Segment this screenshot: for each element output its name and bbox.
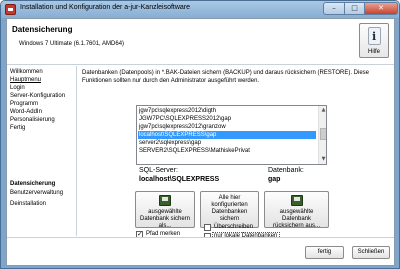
list-item[interactable]: SERVER2\SQLEXPRESS\MathiskePrivat <box>138 147 316 155</box>
backup-selected-line-3: als... <box>158 223 172 229</box>
database-save-icon <box>159 195 171 206</box>
sidebar-item-willkommen[interactable]: Willkommen <box>10 69 43 75</box>
restore-selected-line-2: Datenbank <box>281 216 312 222</box>
list-item[interactable]: JGW7PC\SQLEXPRESS2012\gap <box>138 115 316 123</box>
database-label: Datenbank: <box>268 167 304 174</box>
sidebar-item-server-konfiguration[interactable]: Server-Konfiguration <box>10 93 65 99</box>
help-button-label: Hilfe <box>367 49 380 55</box>
list-item[interactable]: jgw7pc\sqlexpress2012\digth <box>138 107 316 115</box>
list-item-selected[interactable]: localhost\SQLEXPRESS\gap <box>138 131 316 139</box>
help-button[interactable]: i Hilfe <box>359 23 389 58</box>
page-title: Datensicherung <box>12 25 73 34</box>
sql-server-value: localhost\SQLEXPRESS <box>139 176 220 183</box>
backup-all-line-2: konfigurierten <box>211 202 248 208</box>
listbox-scrollbar[interactable]: ▲ ▼ <box>318 106 326 164</box>
database-listbox[interactable]: jgw7pc\sqlexpress2012\digth JGW7PC\SQLEX… <box>136 105 327 165</box>
maximize-button[interactable]: □ <box>344 2 365 15</box>
backup-selected-line-1: ausgewählte <box>148 209 182 215</box>
scroll-up-icon[interactable]: ▲ <box>320 107 326 114</box>
database-restore-icon <box>290 195 303 206</box>
scroll-down-icon[interactable]: ▼ <box>320 156 326 163</box>
minimize-button[interactable]: – <box>323 2 345 15</box>
backup-all-line-3: Datenbanken <box>211 209 248 215</box>
title-bar[interactable]: Installation und Konfiguration der a-jur… <box>1 1 399 18</box>
backup-all-line-4: sichern <box>219 216 240 222</box>
restore-selected-line-1: ausgewählte <box>279 209 314 215</box>
backup-selected-button[interactable]: ausgewählte Datenbank sichern als... <box>135 191 195 229</box>
os-version-text: Windows 7 Ultimate (6.1.7601, AMD64) <box>19 41 125 47</box>
backup-all-line-1: Alle hier <box>218 195 241 201</box>
info-icon-glyph: i <box>372 30 377 43</box>
sidebar: Willkommen Hauptmenu Login Server-Konfig… <box>7 66 77 236</box>
footer-bar: fertig Schließen <box>7 237 394 265</box>
ueberschreiben-checkbox[interactable] <box>204 224 211 231</box>
sidebar-item-deinstallation[interactable]: Deinstallation <box>10 201 46 207</box>
list-item[interactable]: server2\sqlexpress\gap <box>138 139 316 147</box>
sidebar-item-datensicherung[interactable]: Datensicherung <box>10 181 55 187</box>
sidebar-item-hauptmenu[interactable]: Hauptmenu <box>10 77 41 83</box>
backup-selected-line-2: Datenbank sichern <box>139 216 191 222</box>
backup-all-button[interactable]: Alle hier konfigurierten Datenbanken sic… <box>200 191 259 228</box>
close-button[interactable]: Schließen <box>352 246 390 259</box>
database-value: gap <box>268 176 281 183</box>
restore-selected-line-3: rücksichern aus... <box>272 223 321 229</box>
info-icon: i <box>368 27 381 45</box>
sidebar-item-fertig[interactable]: Fertig <box>10 125 25 131</box>
main-window: Installation und Konfiguration der a-jur… <box>0 0 400 269</box>
restore-selected-button[interactable]: ausgewählte Datenbank rücksichern aus... <box>264 191 329 229</box>
page-header: Datensicherung Windows 7 Ultimate (6.1.7… <box>7 19 394 65</box>
client-area: Datensicherung Windows 7 Ultimate (6.1.7… <box>6 18 395 266</box>
sidebar-item-benutzerverwaltung[interactable]: Benutzerverwaltung <box>10 190 63 196</box>
sidebar-item-personalisierung[interactable]: Personalisierung <box>10 117 55 123</box>
sql-server-label: SQL-Server: <box>139 167 178 174</box>
ueberschreiben-label[interactable]: Überschreiben <box>214 224 253 230</box>
sidebar-item-word-addin[interactable]: Word-AddIn <box>10 109 42 115</box>
app-icon <box>5 4 16 15</box>
close-window-button[interactable]: ✕ <box>364 2 398 15</box>
sidebar-item-programm[interactable]: Programm <box>10 101 38 107</box>
scroll-thumb[interactable] <box>320 128 326 140</box>
main-panel: Datenbanken (Datenpools) in *.BAK-Dateie… <box>79 66 394 241</box>
sidebar-item-login[interactable]: Login <box>10 85 25 91</box>
list-item[interactable]: jgw7pc\sqlexpress2012\granzow <box>138 123 316 131</box>
finish-button[interactable]: fertig <box>305 246 344 259</box>
window-title: Installation und Konfiguration der a-jur… <box>20 4 191 11</box>
description-text: Datenbanken (Datenpools) in *.BAK-Dateie… <box>82 70 370 84</box>
